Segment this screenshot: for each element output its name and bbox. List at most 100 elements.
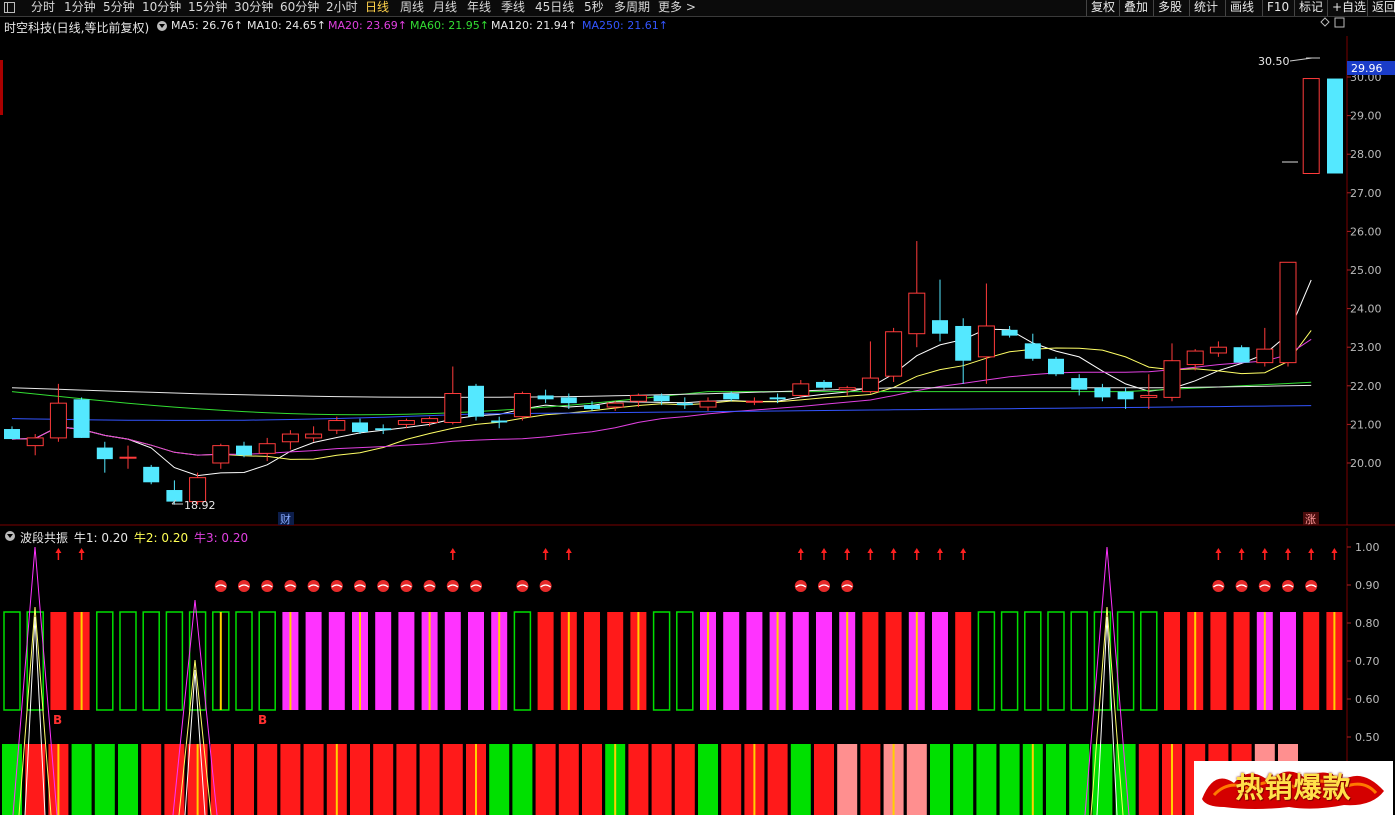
upper-bar [421,612,438,710]
buy-arrow-icon [1285,548,1291,560]
upper-bar [862,612,879,710]
lower-bar [326,744,347,815]
upper-bar [723,612,740,710]
price-axis: 30.0029.0028.0027.0026.0025.0024.0023.00… [1347,71,1382,470]
candlesticks [4,78,1343,505]
price-tick: 21.00 [1350,418,1382,431]
candle [977,283,995,384]
ma5-line [11,279,1312,477]
upper-bar [142,611,160,711]
signal-ball-icon [1305,580,1318,592]
lower-bar [814,744,834,815]
lower-bar [71,744,92,815]
upper-bar [746,612,763,710]
buy-arrow-icon [565,548,572,560]
candle [816,380,832,390]
upper-bar [955,612,972,710]
candle [143,464,160,485]
lower-bar [512,744,533,815]
lower-bar [373,744,394,815]
candle [1302,78,1320,174]
lower-bar [396,744,417,815]
signal-ball-icon [446,580,459,592]
lower-bar [442,744,463,815]
candle [281,430,299,450]
price-tick: 27.00 [1350,187,1382,200]
buy-arrow-icon [1261,548,1268,560]
upper-bar [700,612,716,710]
upper-bar [932,612,948,710]
price-tick: 25.00 [1350,264,1382,277]
candle [236,441,252,458]
indicator-tick: 0.60 [1355,693,1380,706]
indicator-lower-bars [2,744,1298,815]
limit-up-badge[interactable]: 涨 [1305,513,1316,526]
signal-ball-icon [284,580,297,592]
upper-bar [305,612,322,710]
candle [908,241,926,348]
upper-bar [1233,612,1250,710]
upper-bar [630,612,647,710]
candle [932,279,948,342]
last-candle [1327,78,1343,174]
upper-bar [444,612,461,710]
upper-bar [1140,611,1158,711]
restore-icon[interactable] [1334,17,1345,28]
indicator-tick: 1.00 [1355,541,1380,554]
buy-arrow-icon [937,548,943,560]
upper-bar [3,611,21,711]
candle [606,401,624,411]
buy-arrow-icon [890,548,897,560]
indicator-name: 波段共振 [20,531,69,545]
b-signal-1: B [53,713,62,727]
lower-bar [628,744,649,815]
upper-bar [50,612,67,710]
candle [491,416,508,429]
b-signal-2: B [258,713,267,727]
signal-ball-icon [1212,580,1225,592]
upper-bar [676,611,694,711]
lower-bar [953,744,974,815]
lower-bar [94,744,115,815]
upper-bar [513,611,532,711]
lower-bar [48,744,69,815]
price-tick: 28.00 [1350,148,1382,161]
upper-bar [73,612,90,710]
buy-arrow-icon [78,548,85,560]
kline-chart[interactable]: 30.0029.0028.0027.0026.0025.0024.0023.00… [0,0,1395,815]
upper-bar [352,612,368,710]
lower-bar [698,744,718,815]
upper-bar [537,612,554,710]
upper-bar [1326,612,1343,710]
upper-bar [1164,612,1180,710]
signal-ball-icon [841,580,854,592]
buy-arrow-icon [55,548,62,560]
signal-ball-icon [330,580,343,592]
candle [468,383,484,421]
lower-bar [721,744,742,815]
upper-bar [816,612,832,710]
buy-arrow-icon [913,548,920,560]
price-annotations: 30.50 18.92 29.96 财 涨 [171,55,1395,526]
candle [328,416,346,435]
upper-bar [96,611,114,711]
upper-bar [1000,611,1019,711]
current-price-label: 29.96 [1351,62,1383,75]
upper-bar [328,612,345,710]
diamond-icon[interactable] [1320,17,1330,27]
candle [1071,374,1088,396]
upper-bar [1047,611,1065,711]
finance-badge[interactable]: 财 [280,512,291,526]
upper-bar [235,611,253,711]
buy-arrow-icon [867,548,874,560]
lower-bar [767,744,788,815]
signal-ball-icon [1258,580,1271,592]
candle [792,380,810,398]
buy-arrow-icon [960,548,967,560]
candle [444,366,462,425]
candle [885,327,903,382]
signal-ball-icon [794,580,807,592]
lower-bar [257,744,278,815]
lower-bar [141,744,162,815]
indicator-dropdown-icon[interactable] [5,531,15,541]
